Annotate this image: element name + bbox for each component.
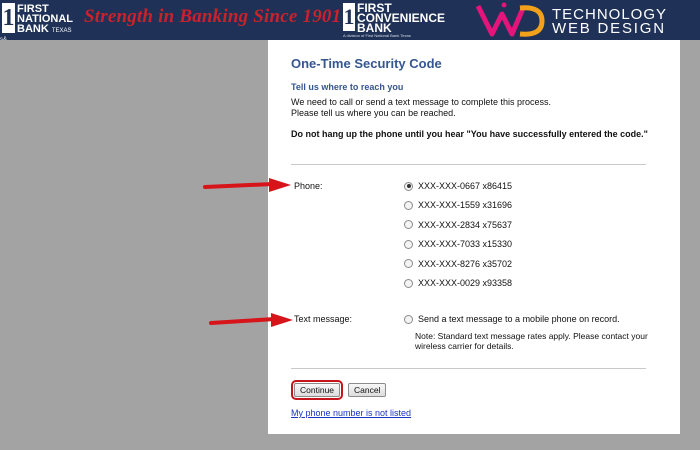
logo-state: TEXAS [51, 28, 72, 34]
banner-tagline: Strength in Banking Since 1901 [84, 6, 342, 27]
phone-option-label: XXX-XXX-8276 x35702 [418, 258, 513, 269]
phone-radio[interactable] [404, 220, 413, 230]
phone-radio[interactable] [404, 239, 413, 249]
intro-text: We need to call or send a text message t… [291, 97, 551, 118]
phone-option[interactable]: XXX-XXX-8276 x35702 [404, 258, 512, 270]
first-national-bank-logo[interactable]: 1 FIRST NATIONAL BANK TEXAS [2, 3, 74, 37]
phone-option[interactable]: XXX-XXX-2834 x75637 [404, 219, 512, 231]
header-banner: 1 FIRST NATIONAL BANK TEXAS s& Strength … [0, 0, 700, 40]
arrow-right-icon [203, 178, 291, 192]
security-code-dialog: One-Time Security Code Tell us where to … [268, 40, 680, 434]
dialog-subtitle: Tell us where to reach you [291, 82, 404, 92]
text-message-radio[interactable] [404, 314, 413, 324]
web-design-logo-icon [476, 2, 545, 37]
phone-option-label: XXX-XXX-0029 x93358 [418, 278, 513, 288]
divider [291, 368, 646, 369]
logo-numeral: 1 [343, 3, 355, 31]
banner-cutoff-text: s& [0, 37, 8, 40]
phone-option[interactable]: XXX-XXX-0029 x93358 [404, 277, 512, 289]
phone-radio[interactable] [404, 259, 413, 269]
cancel-button[interactable]: Cancel [348, 383, 387, 397]
phone-label: Phone: [294, 181, 323, 191]
logo-numeral: 1 [2, 3, 15, 33]
arrow-right-icon [209, 313, 293, 327]
divider [291, 164, 646, 165]
text-message-option[interactable]: Send a text message to a mobile phone on… [404, 313, 620, 325]
text-rates-note: Note: Standard text message rates apply.… [415, 331, 648, 351]
phone-option-label: XXX-XXX-1559 x31696 [418, 200, 513, 211]
phone-radio[interactable] [404, 278, 413, 288]
phone-option-label: XXX-XXX-0667 x86415 [418, 181, 513, 191]
logo-bank-name: FIRST CONVENIENCE BANK [357, 1, 446, 35]
phone-option[interactable]: XXX-XXX-1559 x31696 [404, 199, 512, 211]
phone-option[interactable]: XXX-XXX-0667 x86415 [404, 180, 512, 192]
phone-radio[interactable] [404, 200, 413, 210]
hang-up-warning: Do not hang up the phone until you hear … [291, 129, 648, 139]
web-design-logo-text: TECHNOLOGY WEB DESIGN [552, 6, 668, 37]
phone-option-label: XXX-XXX-2834 x75637 [418, 219, 513, 230]
phone-radio[interactable] [404, 181, 413, 191]
phone-option-label: XXX-XXX-7033 x15330 [418, 239, 513, 250]
text-message-label: Text message: [294, 314, 353, 324]
first-convenience-bank-logo[interactable]: 1 FIRST CONVENIENCE BANK A division of F… [343, 1, 453, 39]
phone-option[interactable]: XXX-XXX-7033 x15330 [404, 238, 512, 250]
phone-not-listed-link[interactable]: My phone number is not listed [291, 408, 411, 418]
continue-button[interactable]: Continue [290, 380, 344, 400]
dialog-title: One-Time Security Code [291, 56, 442, 71]
text-message-option-label: Send a text message to a mobile phone on… [418, 314, 620, 324]
logo-division-text: A division of First National Bank Texas [343, 33, 411, 38]
